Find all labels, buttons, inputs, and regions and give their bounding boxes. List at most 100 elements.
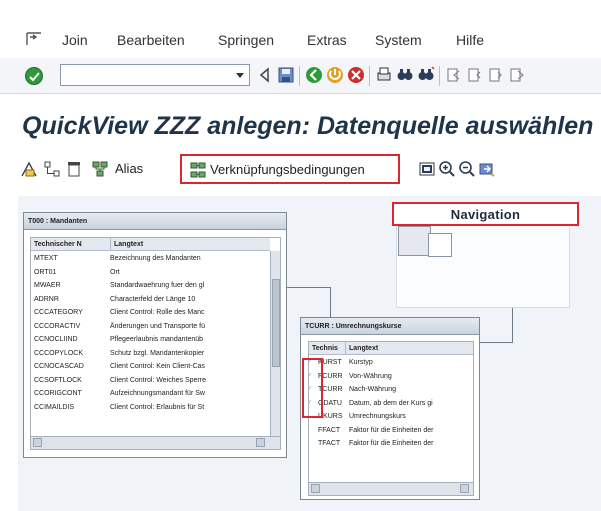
- checkmark-icon[interactable]: [25, 67, 43, 85]
- field-long-text: Umrechnungskurs: [349, 413, 406, 420]
- field-technical-name: FFACT: [318, 426, 341, 434]
- field-technical-name: CCIMAILDIS: [34, 403, 75, 411]
- menu-system[interactable]: System: [375, 32, 422, 48]
- previous-page-icon[interactable]: [466, 66, 484, 84]
- column-header-long-text[interactable]: Langtext: [345, 342, 473, 355]
- first-page-icon[interactable]: [445, 66, 463, 84]
- field-technical-name: CCORIGCONT: [34, 390, 82, 397]
- menu-extras[interactable]: Extras: [307, 32, 347, 48]
- zoom-in-icon[interactable]: [438, 160, 456, 178]
- field-technical-name: TFACT: [318, 440, 341, 447]
- field-long-text: Characterfeld der Länge 10: [110, 295, 196, 303]
- field-row[interactable]: ⁄ FCURR Von-Währung: [309, 372, 473, 382]
- field-row[interactable]: CCCATEGORY Client Control: Rolle des Manc: [34, 308, 268, 318]
- field-long-text: Pflegeerlaubnis mandantenüb: [110, 336, 204, 343]
- field-row[interactable]: MTEXT Bezeichnung des Mandanten: [34, 254, 268, 264]
- field-row[interactable]: ⁄ GDATU Datum, ab dem der Kurs gi: [309, 399, 473, 409]
- join-conditions-button[interactable]: Verknüpfungsbedingungen: [180, 154, 400, 184]
- field-row[interactable]: ADRNR Characterfeld der Länge 10: [34, 295, 268, 305]
- field-technical-name: ADRNR: [34, 295, 59, 303]
- field-long-text: Datum, ab dem der Kurs gi: [349, 399, 433, 407]
- insert-table-icon[interactable]: [20, 160, 38, 178]
- find-next-icon[interactable]: [417, 66, 435, 84]
- last-page-icon[interactable]: [508, 66, 526, 84]
- print-icon[interactable]: [375, 66, 393, 84]
- field-technical-name: MWAER: [34, 282, 61, 289]
- save-icon[interactable]: [277, 66, 295, 84]
- back-icon[interactable]: [256, 66, 274, 84]
- field-row[interactable]: ⁄ KURST Kurstyp: [309, 358, 473, 368]
- scroll-left-button[interactable]: [311, 484, 320, 493]
- field-row[interactable]: UKURS Umrechnungskurs: [309, 412, 473, 422]
- field-long-text: Faktor für die Einheiten der: [349, 426, 434, 434]
- menu-bar: Join Bearbeiten Springen Extras System H…: [0, 0, 601, 58]
- field-long-text: Standardwaehrung fuer den gl: [110, 282, 205, 289]
- menu-arrow-icon[interactable]: [26, 32, 42, 46]
- join-conditions-label: Verknüpfungsbedingungen: [210, 162, 365, 177]
- menu-springen[interactable]: Springen: [218, 32, 274, 48]
- table-window-t000[interactable]: T000 : Mandanten Technischer N Langtext …: [23, 212, 287, 458]
- scrollbar-thumb[interactable]: [272, 279, 280, 367]
- table-title[interactable]: T000 : Mandanten: [24, 213, 286, 230]
- standard-toolbar: [0, 58, 601, 94]
- field-long-text: Schutz bzgl. Mandantenkopier: [110, 349, 205, 357]
- field-technical-name: CCSOFTLOCK: [34, 376, 82, 384]
- cancel-icon[interactable]: [347, 66, 365, 84]
- field-row[interactable]: MWAER Standardwaehrung fuer den gl: [34, 281, 268, 291]
- command-field[interactable]: [60, 64, 250, 86]
- menu-hilfe[interactable]: Hilfe: [456, 32, 484, 48]
- field-row[interactable]: FFACT Faktor für die Einheiten der: [309, 426, 473, 436]
- column-header-long-text[interactable]: Langtext: [110, 238, 270, 251]
- table-window-tcurr[interactable]: TCURR : Umrechnungskurse Technis Langtex…: [300, 317, 480, 500]
- scroll-right-button[interactable]: [256, 438, 265, 447]
- scroll-left-button[interactable]: [33, 438, 42, 447]
- field-row[interactable]: CCIMAILDIS Client Control: Erlaubnis für …: [34, 403, 268, 413]
- column-header-technical-name[interactable]: Technis: [309, 342, 345, 355]
- table-title[interactable]: TCURR : Umrechnungskurse: [301, 318, 479, 335]
- field-long-text: Client Control: Weiches Sperre: [110, 376, 206, 384]
- field-row[interactable]: CCNOCASCAD Client Control: Kein Client-Ca…: [34, 362, 268, 372]
- field-long-text: Faktor für die Einheiten der: [349, 440, 434, 447]
- chevron-down-icon[interactable]: [236, 73, 244, 78]
- field-long-text: Von-Währung: [349, 372, 392, 380]
- field-row[interactable]: ⁄ TCURR Nach-Währung: [309, 385, 473, 395]
- field-long-text: Kurstyp: [349, 359, 373, 366]
- vertical-scrollbar[interactable]: [270, 251, 280, 436]
- field-technical-name: ORT01: [34, 268, 57, 276]
- field-row[interactable]: ORT01 Ort: [34, 268, 268, 278]
- exit-icon[interactable]: [326, 66, 344, 84]
- alias-icon[interactable]: [91, 160, 109, 178]
- join-conditions-icon: [190, 162, 206, 178]
- field-technical-name: CCNOCLIIND: [34, 336, 78, 343]
- column-header-technical-name[interactable]: Technischer N: [31, 238, 110, 251]
- horizontal-scrollbar[interactable]: [309, 482, 473, 495]
- find-icon[interactable]: [396, 66, 414, 84]
- alias-button-label[interactable]: Alias: [115, 161, 143, 176]
- scroll-right-button[interactable]: [460, 484, 469, 493]
- field-row[interactable]: CCCOPYLOCK Schutz bzgl. Mandantenkopier: [34, 349, 268, 359]
- application-toolbar: Alias Verknüpfungsbedingungen: [0, 146, 601, 194]
- join-markers-highlight: [302, 358, 323, 418]
- menu-join[interactable]: Join: [62, 32, 88, 48]
- insert-join-icon[interactable]: [43, 160, 61, 178]
- zoom-out-icon[interactable]: [458, 160, 476, 178]
- field-row[interactable]: TFACT Faktor für die Einheiten der: [309, 439, 473, 449]
- field-row[interactable]: CCORIGCONT Aufzeichnungsmandant für Sw: [34, 389, 268, 399]
- next-page-icon[interactable]: [487, 66, 505, 84]
- field-long-text: Nach-Währung: [349, 386, 397, 393]
- horizontal-scrollbar[interactable]: [31, 436, 280, 449]
- page-title: QuickView ZZZ anlegen: Datenquelle auswä…: [22, 112, 594, 140]
- field-long-text: Client Control: Kein Client-Cas: [110, 363, 205, 370]
- delete-table-icon[interactable]: [65, 160, 83, 178]
- menu-bearbeiten[interactable]: Bearbeiten: [117, 32, 185, 48]
- field-row[interactable]: CCNOCLIIND Pflegeerlaubnis mandantenüb: [34, 335, 268, 345]
- field-long-text: Client Control: Erlaubnis für St: [110, 403, 205, 411]
- join-line: [512, 308, 513, 342]
- field-row[interactable]: CCSOFTLOCK Client Control: Weiches Sperre: [34, 376, 268, 386]
- navigation-viewport[interactable]: [398, 226, 431, 256]
- join-line: [480, 342, 513, 343]
- overview-icon[interactable]: [418, 160, 436, 178]
- field-row[interactable]: CCCORACTIV Änderungen und Transporte fü: [34, 322, 268, 332]
- back-green-icon[interactable]: [305, 66, 323, 84]
- export-picture-icon[interactable]: [478, 160, 496, 178]
